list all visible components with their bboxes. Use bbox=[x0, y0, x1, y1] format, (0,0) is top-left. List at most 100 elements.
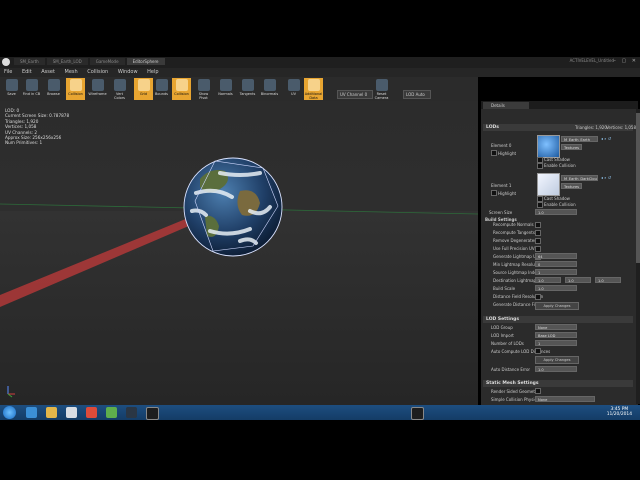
menu-help[interactable]: Help bbox=[143, 68, 162, 76]
toolbar-button-browse[interactable]: Browse bbox=[44, 78, 63, 100]
scrollbar-thumb[interactable] bbox=[636, 113, 640, 263]
build-setting-checkbox[interactable] bbox=[535, 246, 541, 252]
apply-changes-button-2[interactable]: Apply Changes bbox=[535, 356, 579, 364]
build-scale-z-field[interactable]: 1.0 bbox=[595, 277, 621, 283]
toolbar-button-label: Additional Data bbox=[304, 92, 323, 100]
viewport[interactable] bbox=[0, 101, 478, 405]
build-setting-checkbox[interactable] bbox=[535, 222, 541, 228]
media-icon[interactable] bbox=[66, 407, 77, 418]
toolbar-button-reset-camera[interactable]: Reset Camera bbox=[372, 78, 391, 100]
min-lightmap-res-field[interactable]: 64 bbox=[535, 253, 577, 259]
element-1-highlight-checkbox[interactable] bbox=[491, 190, 497, 196]
element-0-material-field[interactable]: M_Earth_Earth bbox=[561, 136, 598, 142]
unreal-taskbar-icon[interactable] bbox=[146, 407, 159, 420]
document-tab[interactable]: SM_Earth bbox=[14, 58, 45, 65]
toolbar-button-label: Show Pivot bbox=[198, 92, 209, 100]
toolbar-button-label: Reset Camera bbox=[374, 92, 389, 100]
element-1-cast-shadow-label: Cast Shadow bbox=[544, 196, 570, 201]
toolbar-button-additional-data[interactable]: Additional Data bbox=[304, 78, 323, 100]
build-scale-y-field[interactable]: 1.0 bbox=[565, 277, 591, 283]
menu-window[interactable]: Window bbox=[114, 68, 142, 76]
build-setting-checkbox[interactable] bbox=[535, 230, 541, 236]
element-1-enable-collision-checkbox[interactable] bbox=[537, 202, 543, 208]
element-0-highlight-label: Highlight bbox=[498, 151, 517, 156]
distance-field-res-field[interactable]: 1.0 bbox=[535, 285, 577, 291]
app-icon[interactable] bbox=[126, 407, 137, 418]
toolbar-button-label: Wireframe bbox=[88, 92, 107, 96]
menu-edit[interactable]: Edit bbox=[18, 68, 36, 76]
auto-distance-error-field[interactable]: 1.0 bbox=[535, 366, 577, 372]
toolbar-button-normals[interactable]: Normals bbox=[216, 78, 235, 100]
toolbar-button-label: Bounds bbox=[154, 92, 169, 96]
unreal-logo-icon bbox=[2, 58, 10, 66]
minecraft-icon[interactable] bbox=[106, 407, 117, 418]
apply-changes-button[interactable]: Apply Changes bbox=[535, 302, 579, 310]
toolbar-button-vert-colors[interactable]: Vert Colors bbox=[110, 78, 129, 100]
start-button[interactable] bbox=[3, 406, 16, 419]
toolbar-button-collision[interactable]: Collision bbox=[172, 78, 191, 100]
source-lightmap-index-field[interactable]: 0 bbox=[535, 261, 577, 267]
toolbar-button-grid[interactable]: Grid bbox=[134, 78, 153, 100]
element-1-dropdown[interactable]: Textures bbox=[561, 183, 582, 189]
unreal-taskbar-icon-2[interactable] bbox=[411, 407, 424, 420]
toolbar-button-wireframe[interactable]: Wireframe bbox=[88, 78, 107, 100]
toolbar-button-bounds[interactable]: Bounds bbox=[152, 78, 171, 100]
toolbar-button-label: Collision bbox=[174, 92, 189, 96]
element-1-material-field[interactable]: M_Earth_DarkCloudsWhite bbox=[561, 175, 598, 181]
build-scale-x-field[interactable]: 1.0 bbox=[535, 277, 561, 283]
auto-compute-lod-checkbox[interactable] bbox=[535, 348, 541, 354]
menu-asset[interactable]: Asset bbox=[37, 68, 59, 76]
static-mesh-settings-header[interactable]: Static Mesh Settings bbox=[483, 380, 633, 387]
details-scrollbar[interactable] bbox=[636, 109, 640, 404]
generate-distance-field-checkbox[interactable] bbox=[535, 294, 541, 300]
document-tab[interactable]: SM_Earth_LOD bbox=[46, 58, 88, 65]
toolbar-button-label: UV bbox=[291, 92, 296, 96]
render-sided-checkbox[interactable] bbox=[535, 388, 541, 394]
element-0-cast-shadow-label: Cast Shadow bbox=[544, 157, 570, 162]
menu-mesh[interactable]: Mesh bbox=[61, 68, 82, 76]
build-setting-checkbox[interactable] bbox=[535, 238, 541, 244]
menu-collision[interactable]: Collision bbox=[83, 68, 112, 76]
render-sided-label: Render Sided Geometry bbox=[491, 389, 539, 394]
toolbar-icon bbox=[307, 79, 320, 91]
toolbar-button-tangents[interactable]: Tangents bbox=[238, 78, 257, 100]
document-tab[interactable]: GameMode bbox=[89, 58, 125, 65]
window-controls[interactable]: – ▢ ✕ bbox=[613, 58, 638, 64]
folder-icon[interactable] bbox=[46, 407, 57, 418]
details-header: Details bbox=[481, 101, 638, 109]
element-0-actions-icon[interactable]: ◂ ⌕ ↺ bbox=[601, 136, 611, 141]
material-thumbnail-clouds[interactable] bbox=[537, 173, 560, 196]
ie-icon[interactable] bbox=[26, 407, 37, 418]
toolbar-button-uv[interactable]: UV bbox=[284, 78, 303, 100]
element-1-label: Element 1 bbox=[491, 183, 512, 188]
toolbar-button-find-in-cb[interactable]: Find in CB bbox=[22, 78, 41, 100]
element-1-actions-icon[interactable]: ◂ ⌕ ↺ bbox=[601, 175, 611, 180]
chrome-icon[interactable] bbox=[86, 407, 97, 418]
toolbar-button-label: Browse bbox=[47, 92, 60, 96]
toolbar-button-collision[interactable]: Collision bbox=[66, 78, 85, 100]
toolbar-button-label: Find in CB bbox=[22, 92, 41, 96]
screen-size-field[interactable]: 1.0 bbox=[535, 209, 577, 215]
toolbar-button-binormals[interactable]: Binormals bbox=[260, 78, 279, 100]
destination-lightmap-index-field[interactable]: 1 bbox=[535, 269, 577, 275]
uv-channel-select[interactable]: UV Channel 0 bbox=[337, 90, 373, 99]
material-thumbnail-earth[interactable] bbox=[537, 135, 560, 158]
element-0-enable-collision-checkbox[interactable] bbox=[537, 163, 543, 169]
document-tab[interactable]: EditorSphere bbox=[126, 58, 165, 65]
menu-file[interactable]: File bbox=[0, 68, 16, 76]
details-tab[interactable]: Details bbox=[483, 102, 529, 109]
element-0-highlight-checkbox[interactable] bbox=[491, 150, 497, 156]
lod-settings-header[interactable]: LOD Settings bbox=[483, 316, 633, 323]
lod-import-select[interactable]: Base LOD bbox=[535, 332, 577, 338]
simple-collision-select[interactable]: None bbox=[535, 396, 595, 402]
lod-select[interactable]: LOD Auto bbox=[403, 90, 431, 99]
toolbar-button-label: Normals bbox=[218, 92, 233, 96]
lod-group-select[interactable]: None bbox=[535, 324, 577, 330]
auto-distance-error-label: Auto Distance Error bbox=[491, 367, 531, 372]
system-clock[interactable]: 3:45 PM 11/20/2014 bbox=[607, 407, 632, 417]
toolbar-button-show-pivot[interactable]: Show Pivot bbox=[194, 78, 213, 100]
toolbar-button-save[interactable]: Save bbox=[2, 78, 21, 100]
viewport-scene[interactable] bbox=[0, 101, 478, 405]
number-of-lods-field[interactable]: 1 bbox=[535, 340, 577, 346]
element-0-dropdown[interactable]: Textures bbox=[561, 144, 582, 150]
